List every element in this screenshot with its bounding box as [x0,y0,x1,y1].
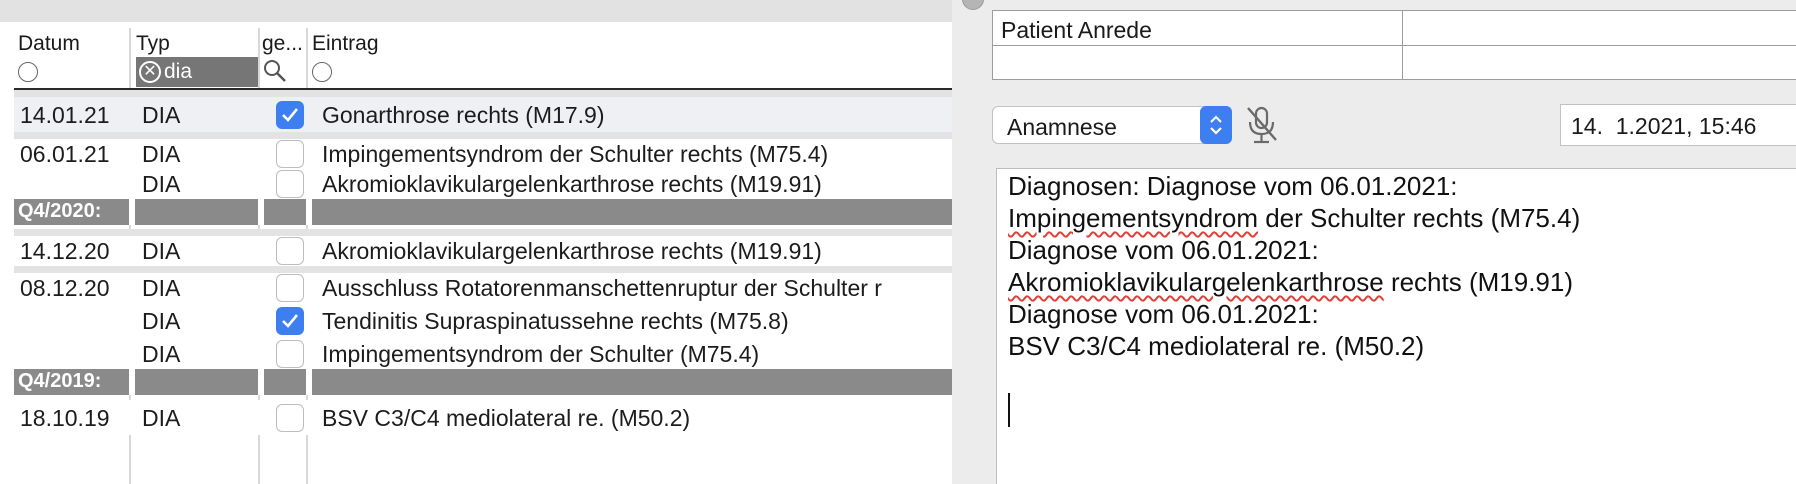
table-row[interactable]: 06.01.21 DIA Impingementsyndrom der Schult… [14,132,952,168]
table-row[interactable]: DIA Tendinitis Supraspinatussehne rechts … [14,303,952,338]
note-line: Diagnosen: Diagnose vom 06.01.2021: [1008,171,1458,201]
row-checkbox[interactable] [276,274,304,302]
row-type: DIA [142,405,181,431]
row-type: DIA [142,141,181,167]
column-gap [129,369,135,395]
column-gap [306,369,312,395]
table-divider [1402,11,1403,79]
header-type[interactable]: Typ [136,32,170,56]
row-date: 18.10.19 [20,405,110,431]
table-top-strip [0,0,952,22]
table-divider [993,45,1796,46]
row-gap [14,132,952,139]
datetime-value: 14. 1.2021, 15:46 [1571,113,1757,139]
row-gap [14,266,952,273]
category-select[interactable]: Anamnese [992,106,1232,144]
table-row[interactable]: DIA Akromioklavikulargelenkarthrose recht… [14,168,952,199]
row-type: DIA [142,238,181,264]
app-window: Datum Typ ge... Eintrag ✕ dia 14.01.21 DI… [0,0,1796,484]
datetime-field[interactable]: 14. 1.2021, 15:46 [1560,104,1796,146]
row-checkbox[interactable] [276,340,304,368]
row-checkbox[interactable] [276,237,304,265]
table-row[interactable]: DIA Impingementsyndrom der Schulter (M75.… [14,338,952,369]
quarter-header-row: Q4/2020: [14,199,952,225]
row-entry: Akromioklavikulargelenkarthrose rechts (… [322,171,822,197]
text-cursor [1008,393,1010,427]
row-entry: Impingementsyndrom der Schulter rechts (… [322,141,829,167]
header-done[interactable]: ge... [262,32,303,56]
column-gap [306,199,312,225]
search-icon[interactable] [262,58,288,84]
row-date: 14.12.20 [20,238,110,264]
row-entry: Tendinitis Supraspinatussehne rechts (M7… [322,308,789,334]
quarter-header-row: Q4/2019: [14,369,952,395]
table-row[interactable]: 18.10.19 DIA BSV C3/C4 mediolateral re. (M… [14,400,952,435]
table-row[interactable]: 08.12.20 DIA Ausschluss Rotatorenmanschett… [14,266,952,303]
type-filter-value: dia [164,60,193,83]
clear-filter-icon[interactable]: ✕ [139,61,161,83]
note-line: Impingementsyndrom der Schulter rechts (… [1008,203,1581,233]
row-type: DIA [142,171,181,197]
quarter-label: Q4/2020: [18,200,102,222]
misspelled-word[interactable]: Impingementsyndrom [1008,203,1258,233]
note-panel: Patient Anrede Anamnese 14. 1.2021, 15:4… [952,0,1796,484]
type-filter-field[interactable]: ✕ dia [136,57,258,87]
note-line: BSV C3/C4 mediolateral re. (M50.2) [1008,331,1425,361]
row-gap [14,229,952,236]
row-type: DIA [142,275,181,301]
close-icon[interactable] [962,0,984,10]
patient-info-table: Patient Anrede [992,10,1796,80]
row-checkbox[interactable] [276,140,304,168]
table-row[interactable]: 14.01.21 DIA Gonarthrose rechts (M17.9) [14,90,952,132]
row-entry: BSV C3/C4 mediolateral re. (M50.2) [322,405,691,431]
note-text-area[interactable]: Diagnosen: Diagnose vom 06.01.2021: Impin… [996,168,1796,484]
row-date: 08.12.20 [20,275,110,301]
header-date[interactable]: Datum [18,32,80,56]
row-type: DIA [142,341,181,367]
misspelled-word[interactable]: Akromioklavikulargelenkarthrose [1008,267,1384,297]
entry-sort-radio[interactable] [312,62,332,82]
column-gap [258,199,264,225]
row-entry: Akromioklavikulargelenkarthrose rechts (… [322,238,822,264]
row-entry: Ausschluss Rotatorenmanschettenruptur de… [322,275,882,301]
row-entry: Impingementsyndrom der Schulter (M75.4) [322,341,760,367]
category-value: Anamnese [1007,114,1117,140]
row-checkbox[interactable] [276,101,304,129]
date-sort-radio[interactable] [18,62,38,82]
column-gap [129,199,135,225]
row-checkbox[interactable] [276,170,304,198]
checkmark-icon [282,314,299,328]
note-line: Diagnose vom 06.01.2021: [1008,299,1319,329]
row-type: DIA [142,102,181,128]
note-line: Akromioklavikulargelenkarthrose rechts (… [1008,267,1574,297]
row-gap [14,90,952,97]
checkmark-icon [282,108,299,122]
quarter-label: Q4/2019: [18,370,102,392]
row-date: 14.01.21 [20,102,110,128]
header-entry[interactable]: Eintrag [312,32,379,56]
patient-anrede-label: Patient Anrede [1001,17,1152,43]
row-entry: Gonarthrose rechts (M17.9) [322,102,605,128]
diagnosis-table: Datum Typ ge... Eintrag ✕ dia 14.01.21 DI… [0,0,952,484]
note-line: Diagnose vom 06.01.2021: [1008,235,1319,265]
table-row[interactable]: 14.12.20 DIA Akromioklavikulargelenkarthro… [14,229,952,266]
row-checkbox[interactable] [276,404,304,432]
chevron-updown-icon[interactable] [1200,106,1232,144]
microphone-muted-icon[interactable] [1242,104,1282,146]
row-date: 06.01.21 [20,141,110,167]
row-checkbox[interactable] [276,307,304,335]
row-type: DIA [142,308,181,334]
column-gap [258,369,264,395]
